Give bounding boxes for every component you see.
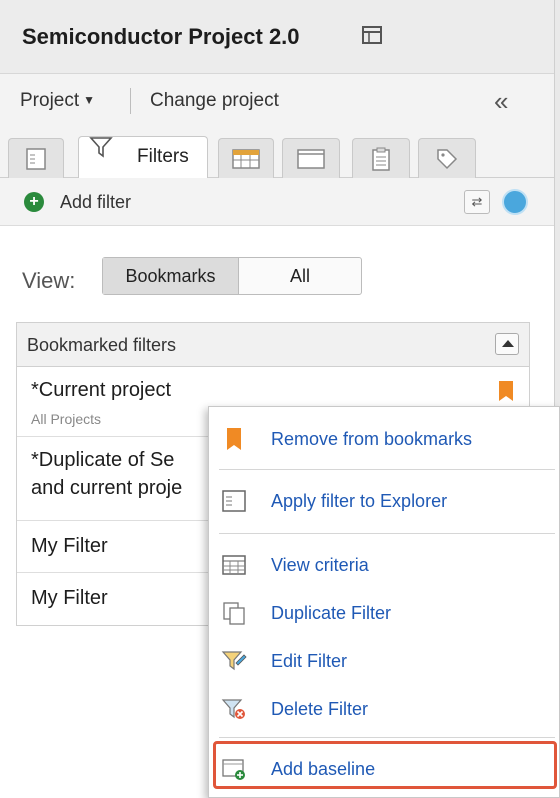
tab-filters-label: Filters <box>137 146 189 167</box>
list-header-label: Bookmarked filters <box>27 335 177 355</box>
tab-window[interactable] <box>282 138 340 178</box>
menu-item-label: Apply filter to Explorer <box>271 491 448 511</box>
project-menu[interactable]: Project ▼ <box>20 90 95 112</box>
menu-item-label: Delete Filter <box>271 699 369 719</box>
panel-titlebar: Semiconductor Project 2.0 <box>0 0 554 74</box>
menu-item-label: Edit Filter <box>271 651 348 671</box>
menu-item-duplicate-filter[interactable]: Duplicate Filter <box>209 591 559 635</box>
menu-divider <box>219 737 555 738</box>
project-toolbar: Project ▼ Change project « <box>0 74 554 130</box>
duplicate-icon <box>221 601 247 625</box>
filter-title: My Filter <box>31 535 108 557</box>
tab-grid[interactable] <box>218 138 274 178</box>
caret-down-icon: ▼ <box>83 93 96 107</box>
menu-item-edit-filter[interactable]: Edit Filter <box>209 639 559 683</box>
filter-title: My Filter <box>31 587 108 609</box>
menu-item-delete-filter[interactable]: Delete Filter <box>209 687 559 731</box>
menu-item-view-criteria[interactable]: View criteria <box>209 543 559 587</box>
menu-divider <box>219 469 555 470</box>
info-icon[interactable] <box>502 189 528 215</box>
add-filter-button[interactable]: Add filter <box>60 192 131 213</box>
filter-title-line1: *Duplicate of Se <box>31 449 175 471</box>
table-icon <box>221 553 247 577</box>
page-title: Semiconductor Project 2.0 <box>22 24 300 49</box>
add-filter-icon[interactable]: + <box>24 192 44 212</box>
view-all-button[interactable]: All <box>239 258 361 294</box>
menu-item-remove-bookmark[interactable]: Remove from bookmarks <box>209 417 559 461</box>
menu-item-label: View criteria <box>271 555 369 575</box>
menu-item-apply-filter[interactable]: Apply filter to Explorer <box>209 479 559 523</box>
view-label: View: <box>22 268 76 293</box>
tab-explorer[interactable] <box>8 138 64 178</box>
filter-scope: All Projects <box>31 411 102 427</box>
panel-icon[interactable] <box>362 26 382 44</box>
view-toggle: Bookmarks All <box>102 257 362 295</box>
tab-clipboard[interactable] <box>352 138 410 178</box>
menu-item-label: Remove from bookmarks <box>271 429 473 449</box>
edit-filter-icon <box>221 649 247 673</box>
toolbar-divider <box>130 88 131 114</box>
explorer-icon <box>221 489 247 513</box>
filter-title: *Current project <box>31 379 172 401</box>
highlight-box <box>213 741 557 789</box>
tab-filters[interactable]: Filters <box>78 136 208 178</box>
add-filter-bar: + Add filter ⇄ <box>0 178 554 226</box>
collapse-panel-icon[interactable]: « <box>494 86 509 117</box>
project-menu-label: Project <box>20 90 80 111</box>
panel-tabs: Filters <box>0 130 554 178</box>
filter-title-line2: and current proje <box>31 477 183 499</box>
view-bookmarks-button[interactable]: Bookmarks <box>103 258 239 294</box>
bookmark-icon[interactable] <box>499 381 513 401</box>
delete-filter-icon <box>221 697 247 721</box>
tab-tag[interactable] <box>418 138 476 178</box>
menu-item-label: Duplicate Filter <box>271 603 392 623</box>
change-project-link[interactable]: Change project <box>150 90 279 112</box>
menu-divider <box>219 533 555 534</box>
sync-icon[interactable]: ⇄ <box>464 190 490 214</box>
collapse-up-icon[interactable] <box>495 333 519 355</box>
bookmark-icon <box>221 427 247 451</box>
list-header: Bookmarked filters <box>17 323 529 367</box>
context-menu: Remove from bookmarks Apply filter to Ex… <box>208 406 560 798</box>
